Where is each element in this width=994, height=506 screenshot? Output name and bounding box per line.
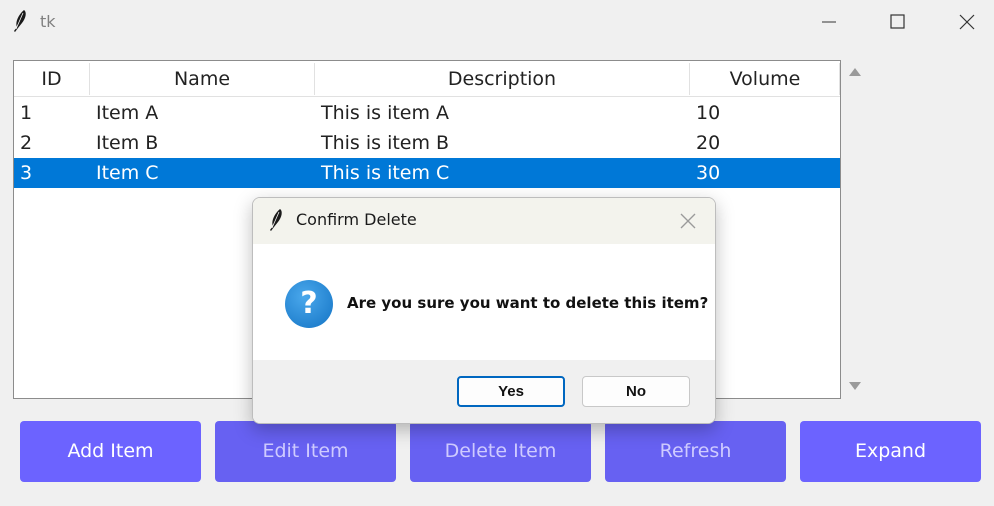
app-window: tk ID Name Description Volume 1 Item A T…: [0, 0, 994, 506]
edit-item-button[interactable]: Edit Item: [215, 421, 396, 482]
column-separator[interactable]: [839, 63, 840, 95]
question-icon: ?: [285, 280, 333, 328]
feather-icon: [270, 209, 282, 231]
cell-volume: 20: [696, 132, 721, 154]
minimize-icon[interactable]: [806, 6, 852, 38]
dialog-message: Are you sure you want to delete this ite…: [347, 294, 709, 312]
cell-name: Item A: [96, 102, 159, 124]
column-header-name[interactable]: Name: [90, 61, 314, 97]
cell-id: 3: [20, 162, 33, 184]
cell-id: 1: [20, 102, 33, 124]
vertical-scrollbar[interactable]: [842, 60, 868, 399]
column-header-volume[interactable]: Volume: [690, 61, 840, 97]
column-header-id[interactable]: ID: [14, 61, 89, 97]
close-icon[interactable]: [944, 6, 990, 38]
cell-description: This is item A: [321, 102, 450, 124]
feather-icon: [14, 10, 26, 32]
title-bar[interactable]: tk: [0, 0, 994, 44]
table-row[interactable]: 1 Item A This is item A 10: [14, 98, 840, 128]
dialog-footer: Yes No: [253, 360, 715, 423]
scroll-up-arrow-icon[interactable]: [848, 66, 862, 78]
refresh-button[interactable]: Refresh: [605, 421, 786, 482]
cell-id: 2: [20, 132, 33, 154]
no-button[interactable]: No: [582, 376, 690, 407]
yes-button[interactable]: Yes: [457, 376, 565, 407]
column-header-description[interactable]: Description: [315, 61, 689, 97]
dialog-body: ? Are you sure you want to delete this i…: [253, 244, 715, 360]
dialog-title: Confirm Delete: [296, 210, 417, 229]
scroll-down-arrow-icon[interactable]: [848, 380, 862, 392]
dialog-title-bar[interactable]: Confirm Delete: [253, 198, 715, 244]
delete-item-button[interactable]: Delete Item: [410, 421, 591, 482]
cell-volume: 10: [696, 102, 721, 124]
add-item-button[interactable]: Add Item: [20, 421, 201, 482]
table-row[interactable]: 2 Item B This is item B 20: [14, 128, 840, 158]
confirm-delete-dialog: Confirm Delete ? Are you sure you want t…: [252, 197, 716, 424]
expand-button[interactable]: Expand: [800, 421, 981, 482]
close-icon[interactable]: [677, 210, 699, 232]
table-row-selected[interactable]: 3 Item C This is item C 30: [14, 158, 840, 188]
cell-name: Item C: [96, 162, 159, 184]
cell-name: Item B: [96, 132, 159, 154]
cell-description: This is item B: [321, 132, 450, 154]
cell-description: This is item C: [321, 162, 450, 184]
table-header: ID Name Description Volume: [14, 61, 840, 97]
window-title: tk: [40, 12, 56, 31]
maximize-icon[interactable]: [874, 6, 920, 38]
cell-volume: 30: [696, 162, 721, 184]
